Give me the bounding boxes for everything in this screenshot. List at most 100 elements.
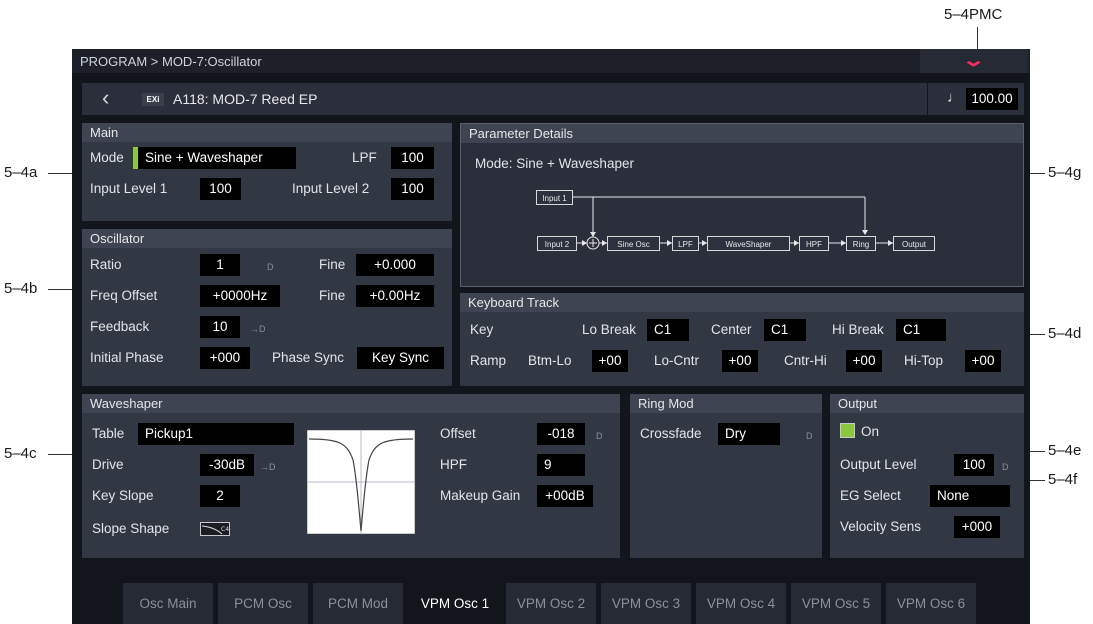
velocity-sens-field[interactable]: +000: [954, 516, 1000, 538]
freq-offset-label: Freq Offset: [90, 288, 158, 303]
output-on-checkbox[interactable]: [840, 423, 855, 438]
exi-badge: EXi: [142, 93, 164, 106]
cntr-hi-label: Cntr-Hi: [784, 353, 827, 368]
callout-5-4d: 5–4d: [1048, 325, 1082, 342]
fine-hz-field[interactable]: +0.00Hz: [356, 285, 434, 307]
ratio-label: Ratio: [90, 257, 122, 272]
tab-pcm-mod[interactable]: PCM Mod: [313, 583, 403, 624]
chevron-left-icon[interactable]: ‹: [102, 85, 109, 111]
key-slope-field[interactable]: 2: [200, 485, 240, 507]
lpf-field[interactable]: 100: [391, 147, 434, 169]
phase-sync-select[interactable]: Key Sync: [357, 347, 444, 369]
ring-mod-heading: Ring Mod: [630, 394, 822, 413]
parameter-details-panel: Parameter Details Mode: Sine + Waveshape…: [460, 123, 1024, 287]
keyboard-track-panel: Keyboard Track Key Lo Break C1 Center C1…: [460, 293, 1024, 386]
lo-cntr-field[interactable]: +00: [722, 350, 758, 372]
input-level-2-label: Input Level 2: [292, 181, 370, 196]
drive-label: Drive: [92, 457, 124, 472]
lo-break-field[interactable]: C1: [647, 319, 689, 341]
eg-select[interactable]: None: [930, 485, 1010, 507]
callout-leader: [48, 173, 72, 174]
hi-top-label: Hi-Top: [904, 353, 944, 368]
callout-5-4pmc: 5–4PMC: [944, 6, 1003, 23]
cntr-hi-field[interactable]: +00: [846, 350, 882, 372]
crossfade-select[interactable]: Dry: [718, 423, 780, 445]
input-level-1-field[interactable]: 100: [200, 178, 241, 200]
callout-5-4e: 5–4e: [1048, 442, 1082, 459]
drive-d-mark: →D: [260, 462, 276, 472]
feedback-label: Feedback: [90, 319, 150, 334]
makeup-gain-label: Makeup Gain: [440, 488, 521, 503]
callout-5-4c: 5–4c: [4, 445, 37, 462]
title-bar: PROGRAM > MOD-7:Oscillator ⌄: [72, 49, 1030, 73]
lpf-node: LPF: [672, 236, 699, 251]
initial-phase-label: Initial Phase: [90, 350, 164, 365]
lo-break-label: Lo Break: [582, 322, 637, 337]
tab-vpm-osc-3[interactable]: VPM Osc 3: [601, 583, 691, 624]
tab-vpm-osc-6[interactable]: VPM Osc 6: [886, 583, 976, 624]
tab-vpm-osc-5[interactable]: VPM Osc 5: [791, 583, 881, 624]
output-node: Output: [893, 236, 935, 251]
ratio-field[interactable]: 1: [200, 254, 240, 276]
divider: [927, 83, 928, 115]
lo-cntr-label: Lo-Cntr: [654, 353, 700, 368]
tab-vpm-osc-4[interactable]: VPM Osc 4: [696, 583, 786, 624]
waveshaper-heading: Waveshaper: [82, 394, 620, 413]
center-label: Center: [711, 322, 752, 337]
waveshaper-panel: Waveshaper Table Pickup1 Drive -30dB →D …: [82, 394, 620, 558]
mode-select[interactable]: Sine + Waveshaper: [138, 147, 296, 169]
note-icon: ♩: [947, 89, 962, 106]
program-screen: PROGRAM > MOD-7:Oscillator ⌄ ‹ EXi A118:…: [72, 49, 1030, 624]
callout-5-4g: 5–4g: [1048, 164, 1082, 181]
hi-break-field[interactable]: C1: [896, 319, 946, 341]
btm-lo-label: Btm-Lo: [528, 353, 572, 368]
feedback-field[interactable]: 10: [200, 316, 240, 338]
chevron-down-icon: ⌄: [961, 50, 986, 70]
offset-label: Offset: [440, 426, 476, 441]
keyboard-track-heading: Keyboard Track: [460, 293, 1024, 312]
fine-hz-label: Fine: [319, 288, 346, 303]
hi-top-field[interactable]: +00: [965, 350, 1001, 372]
makeup-gain-field[interactable]: +00dB: [537, 485, 593, 507]
fine-field[interactable]: +0.000: [356, 254, 434, 276]
btm-lo-field[interactable]: +00: [592, 350, 628, 372]
hi-break-label: Hi Break: [832, 322, 884, 337]
freq-offset-field[interactable]: +0000Hz: [200, 285, 280, 307]
input-level-2-field[interactable]: 100: [391, 178, 434, 200]
tab-bar: Osc Main PCM Osc PCM Mod VPM Osc 1 VPM O…: [72, 575, 1030, 624]
waveshaper-node: WaveShaper: [707, 236, 790, 251]
ring-mod-panel: Ring Mod Crossfade Dry D: [630, 394, 822, 558]
svg-text:C4: C4: [221, 526, 229, 533]
tab-osc-main[interactable]: Osc Main: [123, 583, 213, 624]
output-level-field[interactable]: 100: [954, 454, 994, 476]
slope-shape-icon[interactable]: C4: [200, 522, 230, 536]
ramp-label: Ramp: [470, 353, 507, 368]
page-menu-button[interactable]: ⌄: [920, 49, 1028, 73]
key-slope-label: Key Slope: [92, 488, 154, 503]
offset-d-mark: D: [596, 431, 603, 441]
tab-vpm-osc-1[interactable]: VPM Osc 1: [408, 583, 502, 624]
callout-leader: [48, 454, 72, 455]
offset-field[interactable]: -018: [537, 423, 585, 445]
initial-phase-field[interactable]: +000: [200, 347, 250, 369]
drive-field[interactable]: -30dB: [200, 454, 254, 476]
hpf-field[interactable]: 9: [537, 454, 585, 476]
output-level-label: Output Level: [840, 457, 917, 472]
program-header: ‹ EXi A118: MOD-7 Reed EP ♩ 100.00: [82, 83, 1024, 115]
output-heading: Output: [830, 394, 1024, 413]
program-name[interactable]: A118: MOD-7 Reed EP: [173, 91, 317, 107]
sine-osc-node: Sine Osc: [607, 236, 660, 251]
input-1-node: Input 1: [536, 190, 573, 205]
output-on-label: On: [861, 424, 880, 439]
table-select[interactable]: Pickup1: [138, 423, 294, 445]
callout-leader: [977, 27, 978, 49]
output-panel: Output On Output Level 100 D EG Select N…: [830, 394, 1024, 558]
tab-vpm-osc-2[interactable]: VPM Osc 2: [506, 583, 596, 624]
callout-5-4a: 5–4a: [4, 164, 38, 181]
oscillator-panel: Oscillator Ratio 1 D Fine +0.000 Freq Of…: [82, 229, 452, 386]
tab-pcm-osc[interactable]: PCM Osc: [218, 583, 308, 624]
tempo-field[interactable]: 100.00: [966, 88, 1018, 110]
phase-sync-label: Phase Sync: [272, 350, 345, 365]
center-field[interactable]: C1: [764, 319, 806, 341]
page-title: PROGRAM > MOD-7:Oscillator: [80, 54, 262, 69]
